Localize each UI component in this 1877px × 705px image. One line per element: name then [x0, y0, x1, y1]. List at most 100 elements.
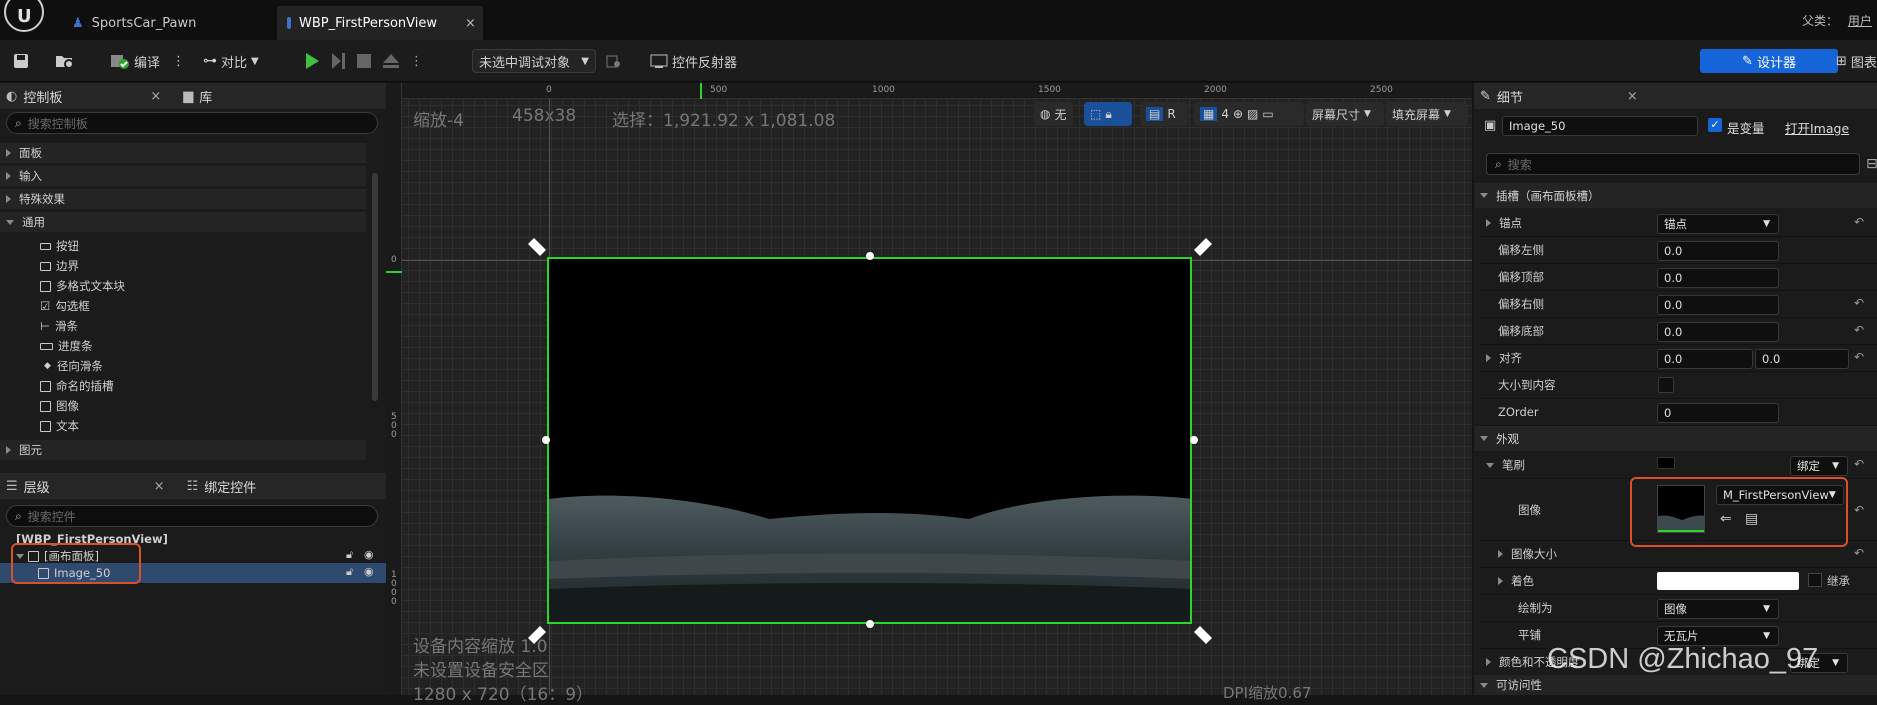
lock-icon[interactable]: 🔓︎ [346, 548, 353, 562]
anchors-dropdown[interactable]: 锚点 ▼ [1657, 214, 1779, 234]
reset-icon[interactable]: ↶ [1854, 546, 1864, 560]
offset-top-input[interactable]: 0.0 [1657, 268, 1779, 288]
open-image-link[interactable]: 打开Image [1785, 118, 1849, 137]
category-primitive[interactable]: 图元 [0, 440, 366, 460]
csdn-watermark: CSDN @Zhichao_97 [1547, 643, 1819, 675]
visibility-eye-icon[interactable]: ◉ [364, 565, 374, 578]
widget-name-input[interactable]: Image_50 [1502, 116, 1698, 136]
designer-button[interactable]: ✎ 设计器 [1700, 49, 1838, 73]
play-options-icon[interactable]: ⋮ [410, 54, 423, 69]
respect-locks-toggle[interactable]: ▤ R [1140, 102, 1188, 126]
details-search-input[interactable]: ⌕ 搜索 [1486, 153, 1860, 175]
stop-icon[interactable] [356, 52, 372, 70]
zorder-input[interactable]: 0 [1657, 403, 1779, 423]
section-accessibility[interactable]: 可访问性 [1474, 675, 1877, 695]
brush-bind-dropdown[interactable]: 绑定 ▼ [1790, 456, 1848, 476]
palette-item-button[interactable]: 按钮 [40, 236, 79, 256]
debug-find-icon[interactable] [606, 49, 622, 73]
category-special-effects[interactable]: 特殊效果 [0, 189, 366, 209]
visibility-eye-icon[interactable]: ◉ [364, 548, 374, 561]
lock-icon[interactable]: 🔓︎ [346, 565, 353, 579]
alignment-y-input[interactable]: 0.0 [1755, 349, 1849, 369]
tab-library[interactable]: 库 [199, 87, 212, 106]
palette-item-radial-slider[interactable]: ◆ 径向滑条 [44, 356, 103, 376]
category-input[interactable]: 输入 [0, 166, 366, 186]
tab-palette[interactable]: 控制板 [23, 87, 62, 106]
section-appearance[interactable]: 外观 [1474, 426, 1877, 451]
diff-icon: ⊶ [203, 53, 217, 69]
palette-item-slider[interactable]: ⊢ 滑条 [40, 316, 78, 336]
resize-handle-bottom[interactable] [866, 620, 874, 628]
tab-sportscar-pawn[interactable]: ♟ SportsCar_Pawn [62, 6, 206, 40]
palette-item-checkbox[interactable]: ☑ 勾选框 [40, 296, 90, 316]
reset-icon[interactable]: ↶ [1854, 350, 1864, 364]
close-details-icon[interactable]: × [1627, 89, 1638, 104]
draw-as-dropdown[interactable]: 图像 ▼ [1657, 599, 1779, 619]
save-icon[interactable] [12, 49, 30, 73]
unreal-logo-icon[interactable]: U [4, 0, 44, 32]
tab-wbp-firstpersonview[interactable]: WBP_FirstPersonView × [277, 6, 483, 40]
browse-icon[interactable] [55, 49, 75, 73]
parent-class-link[interactable]: 用户 [1848, 14, 1872, 28]
compile-button[interactable]: 编译 ⋮ [110, 49, 185, 73]
graph-button[interactable]: ⊞ 图表 [1836, 49, 1877, 73]
view-mode-none-button[interactable]: ◍ 无 [1034, 102, 1073, 126]
resize-handle-right[interactable] [1190, 436, 1198, 444]
widget-reflector-button[interactable]: 控件反射器 [650, 49, 737, 73]
resize-handle-top[interactable] [866, 252, 874, 260]
brush-color-swatch[interactable] [1657, 457, 1675, 469]
select-lock-toggle[interactable]: ⬚ 🔒︎ [1084, 102, 1132, 126]
pawn-icon: ♟ [72, 15, 84, 31]
offset-left-input[interactable]: 0.0 [1657, 241, 1779, 261]
fill-screen-dropdown[interactable]: 填充屏幕 ▼ [1386, 102, 1468, 126]
is-variable-checkbox[interactable]: ✓ [1708, 118, 1722, 132]
resize-handle-left[interactable] [542, 436, 550, 444]
anchor-corner-tr[interactable] [1192, 236, 1214, 258]
play-icon[interactable] [304, 52, 320, 70]
size-to-content-checkbox[interactable] [1658, 377, 1674, 393]
reset-icon[interactable]: ↶ [1854, 503, 1864, 517]
category-common[interactable]: 通用 [0, 212, 366, 232]
widget-blueprint-icon [287, 17, 291, 29]
category-panel[interactable]: 面板 [0, 143, 366, 163]
tab-details[interactable]: 细节 [1497, 87, 1523, 106]
palette-item-progress-bar[interactable]: 进度条 [40, 336, 93, 356]
palette-item-text[interactable]: 文本 [40, 416, 79, 436]
property-matrix-icon[interactable]: ⊟ [1866, 156, 1877, 172]
eject-icon[interactable] [382, 52, 400, 70]
reset-icon[interactable]: ↶ [1854, 296, 1864, 310]
tab-bind-widgets[interactable]: 绑定控件 [204, 477, 256, 496]
hierarchy-search-input[interactable]: ⌕ 搜索控件 [6, 505, 378, 527]
palette-item-rich-text[interactable]: 多格式文本块 [40, 276, 125, 296]
close-tab-icon[interactable]: × [465, 16, 476, 31]
tab-hierarchy[interactable]: 层级 [24, 477, 50, 496]
item-label: 勾选框 [55, 299, 90, 313]
reset-icon[interactable]: ↶ [1854, 457, 1864, 471]
is-variable-label: 是变量 [1727, 121, 1765, 136]
graph-icon: ⊞ [1836, 53, 1847, 69]
image-widget-selected[interactable] [547, 257, 1192, 624]
palette-scrollbar[interactable] [372, 173, 378, 401]
screen-size-dropdown[interactable]: 屏幕尺寸 ▼ [1306, 102, 1384, 126]
inherit-checkbox[interactable] [1808, 573, 1822, 587]
palette-item-image[interactable]: 图像 [40, 396, 79, 416]
offset-right-input[interactable]: 0.0 [1657, 295, 1779, 315]
debug-target-select[interactable]: 未选中调试对象 ▼ [472, 49, 596, 73]
diff-button[interactable]: ⊶ 对比 ▼ [203, 49, 259, 73]
compile-options-icon[interactable]: ⋮ [172, 54, 185, 69]
section-slot[interactable]: 插槽（画布面板槽） [1474, 183, 1877, 208]
anchor-corner-tl[interactable] [526, 236, 548, 258]
palette-item-border[interactable]: 边界 [40, 256, 79, 276]
close-hierarchy-icon[interactable]: × [154, 479, 165, 494]
palette-search-input[interactable]: ⌕ 搜索控制板 [6, 112, 378, 134]
reset-icon[interactable]: ↶ [1854, 215, 1864, 229]
alignment-x-input[interactable]: 0.0 [1657, 349, 1753, 369]
palette-item-named-slot[interactable]: 命名的插槽 [40, 376, 114, 396]
offset-bottom-input[interactable]: 0.0 [1657, 322, 1779, 342]
close-palette-icon[interactable]: × [150, 89, 161, 104]
reset-icon[interactable]: ↶ [1854, 323, 1864, 337]
anchor-corner-br[interactable] [1192, 624, 1214, 646]
grid-snap-toggle[interactable]: ▦ 4 ⊕ ▨ ▭ [1194, 102, 1304, 126]
tint-color-swatch[interactable] [1657, 572, 1799, 590]
step-icon[interactable] [330, 52, 346, 70]
